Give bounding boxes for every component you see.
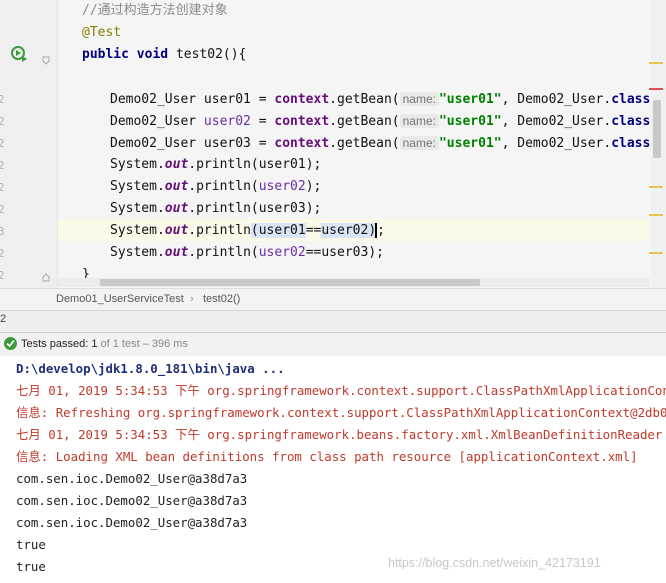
code-method-signature: public void test02(){	[82, 47, 247, 62]
warning-marker[interactable]	[649, 186, 663, 188]
code-line-println: System.out.println(user01);	[110, 157, 322, 172]
breadcrumb: Demo01_UserServiceTest › test02()	[0, 288, 666, 311]
breadcrumb-method[interactable]: test02()	[203, 293, 240, 305]
panel-number: 2	[0, 313, 7, 325]
param-hint: name:	[399, 114, 439, 128]
test-status-bar: Tests passed: 1 of 1 test – 396 ms	[0, 332, 666, 357]
console-line: 信息: Loading XML bean definitions from cl…	[16, 449, 638, 464]
code-area[interactable]: //通过构造方法创建对象 @Test public void test02(){…	[0, 0, 666, 288]
param-hint: name:	[399, 92, 439, 106]
warning-marker[interactable]	[649, 252, 663, 254]
code-annotation: @Test	[82, 25, 122, 40]
code-line-bean: Demo02_User user02 = context.getBean(nam…	[110, 114, 666, 129]
code-line-bean: Demo02_User user03 = context.getBean(nam…	[110, 136, 666, 151]
code-comment: //通过构造方法创建对象	[82, 3, 228, 18]
error-marker[interactable]	[649, 88, 663, 90]
run-panel-header: 2	[0, 310, 666, 333]
code-line-println: System.out.println(user02==user03);	[110, 245, 384, 260]
code-editor[interactable]: 2 2 2 2 2 2 3 2 2 //通过构造方法创建对象 @Test pub…	[0, 0, 666, 288]
console-line: 信息: Refreshing org.springframework.conte…	[16, 405, 666, 420]
code-line-println: System.out.println(user02);	[110, 179, 322, 194]
console-line: true	[16, 537, 46, 552]
watermark: https://blog.csdn.net/weixin_42173191	[388, 556, 601, 570]
console-output[interactable]: D:\develop\jdk1.8.0_181\bin\java ... 七月 …	[0, 356, 666, 583]
breadcrumb-class[interactable]: Demo01_UserServiceTest	[56, 293, 184, 305]
param-hint: name:	[399, 136, 439, 150]
warning-marker[interactable]	[649, 62, 663, 64]
code-line-println: System.out.println(user03);	[110, 201, 322, 216]
console-line: 七月 01, 2019 5:34:53 下午 org.springframewo…	[16, 383, 666, 398]
vertical-scrollbar-thumb[interactable]	[653, 100, 661, 158]
console-line: com.sen.ioc.Demo02_User@a38d7a3	[16, 515, 248, 530]
check-icon	[4, 337, 17, 350]
console-line: 七月 01, 2019 5:34:53 下午 org.springframewo…	[16, 427, 666, 442]
test-status-text: Tests passed: 1 of 1 test – 396 ms	[21, 338, 188, 350]
console-line: D:\develop\jdk1.8.0_181\bin\java ...	[16, 361, 285, 376]
code-line-bean: Demo02_User user01 = context.getBean(nam…	[110, 92, 666, 107]
console-line: com.sen.ioc.Demo02_User@a38d7a3	[16, 471, 248, 486]
breadcrumb-separator: ›	[190, 293, 194, 305]
code-line-println: System.out.println(user01==user02);	[110, 223, 385, 238]
console-line: true	[16, 559, 46, 574]
console-line: com.sen.ioc.Demo02_User@a38d7a3	[16, 493, 248, 508]
warning-marker[interactable]	[649, 214, 663, 216]
horizontal-scrollbar-thumb[interactable]	[100, 279, 480, 286]
